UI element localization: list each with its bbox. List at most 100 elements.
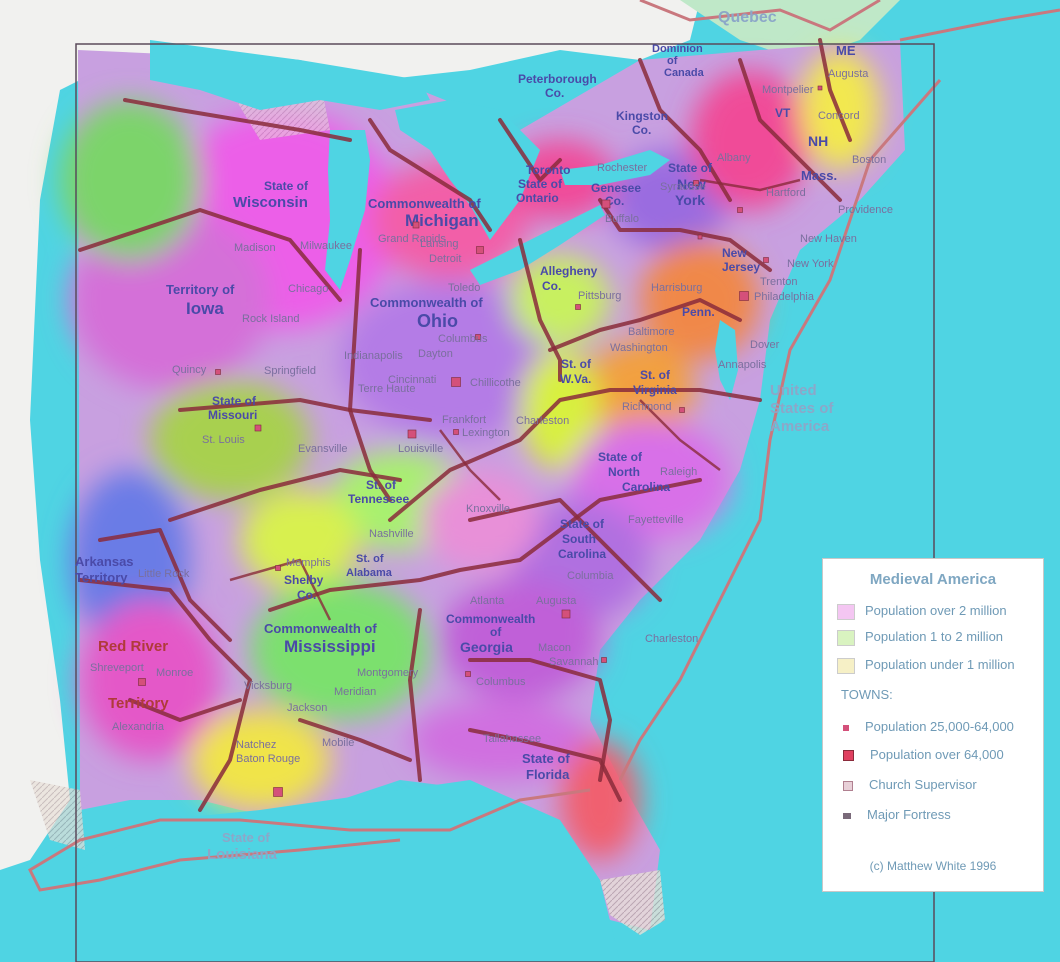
town-marker: [254, 424, 262, 432]
town-marker: [817, 85, 823, 91]
legend-title: Medieval America: [869, 571, 997, 588]
city-shreveport: Shreveport: [90, 662, 144, 674]
legend-row-over-2m: Population over 2 million: [837, 603, 1007, 620]
town-marker: [451, 377, 461, 387]
label-mass: Mass.: [801, 168, 837, 183]
legend-label: Population over 2 million: [865, 603, 1007, 618]
city-buffalo: Buffalo: [605, 213, 639, 225]
town-marker: [601, 657, 607, 663]
city-rockisland: Rock Island: [242, 313, 299, 325]
city-annapolis: Annapolis: [718, 359, 767, 371]
city-augusta-ga: Augusta: [536, 595, 577, 607]
legend-label: Population over 64,000: [870, 747, 1004, 762]
city-baltimore: Baltimore: [628, 326, 674, 338]
legend-credit: (c) Matthew White 1996: [869, 859, 997, 873]
city-louisville: Louisville: [398, 443, 443, 455]
city-philadelphia: Philadelphia: [754, 291, 815, 303]
city-chillicothe: Chillicothe: [470, 377, 521, 389]
town-marker: [407, 429, 417, 439]
city-vicksburg: Vicksburg: [244, 680, 292, 692]
city-grandrapids: Grand Rapids: [378, 233, 446, 245]
town-marker: [412, 221, 420, 229]
legend-label: Population 1 to 2 million: [865, 629, 1004, 644]
city-detroit: Detroit: [429, 253, 461, 265]
legend-label: Population under 1 million: [865, 657, 1015, 672]
city-concord: Concord: [818, 110, 860, 122]
city-trenton: Trenton: [760, 276, 798, 288]
city-tallahassee: Tallahassee: [483, 733, 541, 745]
city-providence: Providence: [838, 204, 893, 216]
city-cincinnati: Cincinnati: [388, 374, 436, 386]
town-marker: [138, 678, 146, 686]
town-marker: [763, 257, 769, 263]
city-stlouis: St. Louis: [202, 434, 245, 446]
label-virginia: St. of Virginia: [633, 368, 677, 397]
city-lexington: Lexington: [462, 427, 510, 439]
town-marker: [453, 429, 459, 435]
city-syracuse: Syracuse: [660, 181, 706, 193]
city-springfield: Springfield: [264, 365, 316, 377]
city-macon: Macon: [538, 642, 571, 654]
fortress-icon: [843, 812, 851, 819]
city-fayetteville: Fayetteville: [628, 514, 684, 526]
city-indianapolis: Indianapolis: [344, 350, 403, 362]
label-nh: NH: [808, 133, 828, 149]
legend-box: Medieval America Population over 2 milli…: [822, 558, 1044, 892]
town-marker: [215, 369, 221, 375]
legend-row-under-1m: Population under 1 million: [837, 657, 1015, 674]
church-supervisor-icon: [843, 780, 853, 791]
label-penn: Penn.: [682, 305, 715, 319]
legend-row-town-small: Population 25,000-64,000: [837, 719, 1014, 734]
city-littlerock: Little Rock: [138, 568, 190, 580]
city-atlanta: Atlanta: [470, 595, 505, 607]
city-dover: Dover: [750, 339, 780, 351]
legend-row-town-large: Population over 64,000: [837, 747, 1004, 762]
label-vt: VT: [775, 106, 791, 120]
legend-label: Major Fortress: [867, 807, 951, 822]
label-wva: St. of W.Va.: [560, 357, 594, 386]
label-florida: State of Florida: [522, 751, 573, 782]
city-batonrouge: Baton Rouge: [236, 753, 300, 765]
city-monroe: Monroe: [156, 667, 193, 679]
city-nashville: Nashville: [369, 528, 414, 540]
city-memphis: Memphis: [286, 557, 331, 569]
city-columbus-oh: Columbus: [438, 333, 488, 345]
city-albany: Albany: [717, 152, 751, 164]
city-mobile: Mobile: [322, 737, 354, 749]
city-toledo: Toledo: [448, 282, 480, 294]
legend-label: Church Supervisor: [869, 777, 977, 792]
city-raleigh: Raleigh: [660, 466, 697, 478]
city-harrisburg: Harrisburg: [651, 282, 702, 294]
city-charleston-wv: Charleston: [516, 415, 569, 427]
city-columbus-ga: Columbus: [476, 676, 526, 688]
city-evansville: Evansville: [298, 443, 348, 455]
town-marker: [273, 787, 283, 797]
city-pittsburg: Pittsburg: [578, 290, 621, 302]
city-washington: Washington: [610, 342, 668, 354]
city-chicago: Chicago: [288, 283, 328, 295]
city-newyork: New York: [787, 258, 834, 270]
city-richmond: Richmond: [622, 401, 672, 413]
town-marker: [275, 565, 281, 571]
legend-label: Population 25,000-64,000: [865, 719, 1014, 734]
city-natchez: Natchez: [236, 739, 276, 751]
city-augusta-me: Augusta: [828, 68, 869, 80]
legend-row-fortress: Major Fortress: [837, 807, 951, 822]
town-marker: [739, 291, 749, 301]
legend-towns-heading: TOWNS:: [841, 687, 893, 702]
city-savannah: Savannah: [549, 656, 599, 668]
town-marker: [575, 304, 581, 310]
legend-swatch: [837, 629, 855, 646]
town-marker: [737, 207, 743, 213]
town-marker: [465, 671, 471, 677]
city-knoxville: Knoxville: [466, 503, 510, 515]
city-newhaven: New Haven: [800, 233, 857, 245]
city-rochester: Rochester: [597, 162, 647, 174]
legend-row-1-2m: Population 1 to 2 million: [837, 629, 1003, 646]
city-milwaukee: Milwaukee: [300, 240, 352, 252]
city-boston: Boston: [852, 154, 886, 166]
town-marker: [561, 609, 571, 619]
city-charleston-sc: Charleston: [645, 633, 698, 645]
town-large-marker-icon: [843, 750, 854, 762]
label-missouri: State of Missouri: [208, 394, 259, 422]
